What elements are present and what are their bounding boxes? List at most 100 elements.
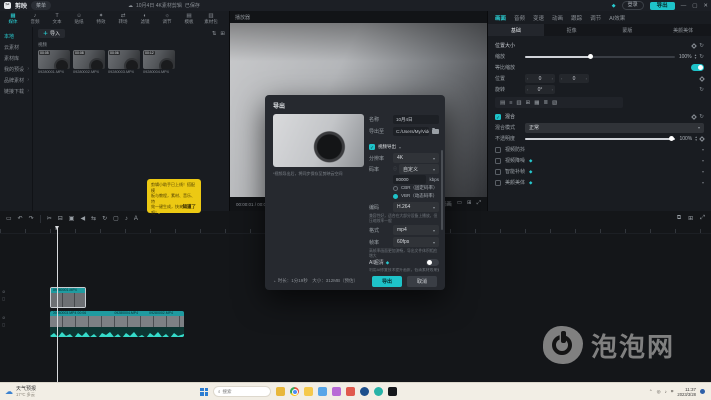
resolution-dropdown[interactable]: 4K▾ <box>393 153 439 163</box>
tray-icon-0[interactable]: ⌃ <box>649 389 653 395</box>
taskbar-app-widgets[interactable] <box>276 387 285 396</box>
align-icon-1[interactable]: ≡ <box>509 100 512 106</box>
menu-button[interactable]: 菜单 <box>31 1 51 10</box>
weather-widget[interactable]: ☁ 天气预报 17℃ 多云 <box>0 386 200 397</box>
path-input[interactable]: C:/Users/My/Videos… <box>393 127 429 136</box>
timeline-tool-0[interactable]: ▭ <box>6 215 12 222</box>
inspector-tab-调节[interactable]: 调节 <box>590 14 601 22</box>
export-button-top[interactable]: 导出 <box>650 2 675 10</box>
ai-enhance-toggle[interactable] <box>426 259 439 266</box>
taskbar-app-capcut[interactable] <box>388 387 397 396</box>
grid-icon[interactable]: ⊞ <box>467 200 472 208</box>
export-confirm-button[interactable]: 导出 <box>372 276 402 287</box>
timeline-tool-11[interactable]: A <box>134 216 138 222</box>
sidebar-item-云素材[interactable]: 云素材 <box>0 42 32 53</box>
rotate-reset-icon[interactable]: ↻ <box>699 87 704 93</box>
timeline-tool-9[interactable]: ▢ <box>113 215 119 222</box>
timeline-tool-5[interactable]: ▣ <box>69 215 75 222</box>
sidebar-item-素材库[interactable]: 素材库 <box>0 53 32 64</box>
timeline-tool-1[interactable]: ↶ <box>18 215 23 222</box>
mix-checkbox[interactable]: ✓ <box>495 114 501 120</box>
inspector-tab-AI效果[interactable]: AI效果 <box>609 14 625 22</box>
taskbar-app-file-explorer[interactable] <box>304 387 313 396</box>
align-icon-6[interactable]: ▧ <box>552 100 557 106</box>
视频防抖-checkbox[interactable] <box>495 147 501 153</box>
tray-icon-2[interactable]: ♪ <box>665 389 667 395</box>
sort-icon[interactable]: ⇅ <box>212 31 217 37</box>
media-tab-特效[interactable]: ✦特效 <box>90 13 112 24</box>
inspector-tab-画面[interactable]: 画面 <box>495 14 506 22</box>
美颜美体-checkbox[interactable] <box>495 180 501 186</box>
blend-mode-dropdown[interactable]: 正常▾ <box>525 123 704 133</box>
bitrate-input[interactable]: 80000 <box>393 175 426 184</box>
bitrate-mode-dropdown[interactable]: 自定义▾ <box>399 164 439 174</box>
playhead[interactable] <box>57 226 58 382</box>
tray-icon-1[interactable]: ◎ <box>657 389 661 395</box>
inspector-subtab-美颜美体[interactable]: 美颜美体 <box>655 24 711 36</box>
folder-icon[interactable] <box>432 129 439 134</box>
video-export-checkbox[interactable]: ✓ <box>369 144 375 150</box>
timeline-tool-10[interactable]: ♪ <box>125 216 128 222</box>
fps-dropdown[interactable]: 60fps▾ <box>393 237 439 247</box>
timeline-clip-overlay[interactable]: 09280001.MP4 <box>50 287 86 308</box>
media-tab-模板[interactable]: ▤模板 <box>178 13 200 24</box>
export-cancel-button[interactable]: 取消 <box>407 276 437 287</box>
dialog-scrollbar[interactable] <box>441 150 443 230</box>
inspector-subtab-蒙版[interactable]: 蒙版 <box>600 24 656 36</box>
mix-reset-icon[interactable]: ↻ <box>699 114 704 120</box>
media-clip[interactable]: 00:0509280001.MP4 <box>38 50 70 74</box>
media-clip[interactable]: 00:1209280004.MP4 <box>143 50 175 74</box>
tooltip-dismiss-button[interactable]: 知道了 <box>183 204 197 210</box>
timeline-tool-8[interactable]: ↻ <box>102 215 107 222</box>
start-button[interactable] <box>200 388 208 396</box>
ratio-icon[interactable]: ▭ <box>457 200 462 208</box>
sidebar-item-本地[interactable]: 本地 <box>0 31 32 42</box>
close-icon[interactable]: ✕ <box>703 3 708 9</box>
timeline-tool-4[interactable]: ⊟ <box>58 215 63 222</box>
sidebar-item-品牌素材[interactable]: 品牌素材› <box>0 75 32 86</box>
opacity-stepper[interactable]: ▴▾ <box>695 136 697 142</box>
media-tab-媒体[interactable]: ▦媒体 <box>2 13 24 24</box>
inspector-tab-变速[interactable]: 变速 <box>533 14 544 22</box>
timeline-right-tool-0[interactable]: ⧉ <box>677 215 681 222</box>
minimize-icon[interactable]: — <box>681 3 687 9</box>
vip-gem-icon[interactable]: ◆ <box>612 3 616 9</box>
format-dropdown[interactable]: mp4▾ <box>393 225 439 235</box>
taskbar-app-clipchamp[interactable] <box>374 387 383 396</box>
media-tab-调节[interactable]: ☼调节 <box>156 13 178 24</box>
taskbar-app-chrome[interactable] <box>290 387 299 396</box>
视频降噪-checkbox[interactable] <box>495 158 501 164</box>
inspector-tab-动画[interactable]: 动画 <box>552 14 563 22</box>
login-button[interactable]: 登录 <box>622 1 644 10</box>
taskbar-app-mail[interactable] <box>318 387 327 396</box>
timeline-tool-2[interactable]: ↷ <box>29 215 34 222</box>
rotate-input[interactable]: ‹0°› <box>525 85 555 94</box>
track-head-icon[interactable]: ◻ <box>2 322 5 327</box>
inspector-tab-跟踪[interactable]: 跟踪 <box>571 14 582 22</box>
maximize-icon[interactable]: ▢ <box>692 3 697 9</box>
timeline-right-tool-2[interactable]: ⤢ <box>700 215 705 222</box>
timeline-clip-main[interactable]: 09280003.MP4 00:0609280004.MP409280002.M… <box>50 311 184 337</box>
name-input[interactable]: 10月4日 <box>393 115 439 124</box>
uniform-scale-toggle[interactable] <box>691 64 704 71</box>
align-icon-2[interactable]: ▥ <box>516 100 521 106</box>
taskbar-app-edge[interactable] <box>360 387 369 396</box>
position-y-input[interactable]: ‹0› <box>559 74 589 83</box>
media-tab-素材包[interactable]: ▥素材包 <box>200 13 222 24</box>
opacity-slider[interactable] <box>525 138 675 140</box>
align-icon-3[interactable]: ⊞ <box>526 100 531 106</box>
track-head-icon[interactable]: ⊘ <box>2 315 5 320</box>
智能补帧-checkbox[interactable] <box>495 169 501 175</box>
media-tab-文本[interactable]: T文本 <box>46 13 68 24</box>
media-clip[interactable]: 00:0809280002.MP4 <box>73 50 105 74</box>
inspector-subtab-抠像[interactable]: 抠像 <box>544 24 600 36</box>
align-icon-5[interactable]: ≣ <box>543 100 548 106</box>
track-head-icon[interactable]: ⊘ <box>2 289 5 294</box>
mix-keyframe-icon[interactable] <box>692 114 698 120</box>
fullscreen-icon[interactable]: ⤢ <box>477 200 481 208</box>
timeline-tool-6[interactable]: ◀ <box>80 215 85 222</box>
cbr-radio[interactable] <box>393 186 398 191</box>
inspector-tab-音频[interactable]: 音频 <box>514 14 525 22</box>
sidebar-item-我的预设[interactable]: 我的预设› <box>0 64 32 75</box>
position-keyframe-icon[interactable] <box>699 76 705 82</box>
